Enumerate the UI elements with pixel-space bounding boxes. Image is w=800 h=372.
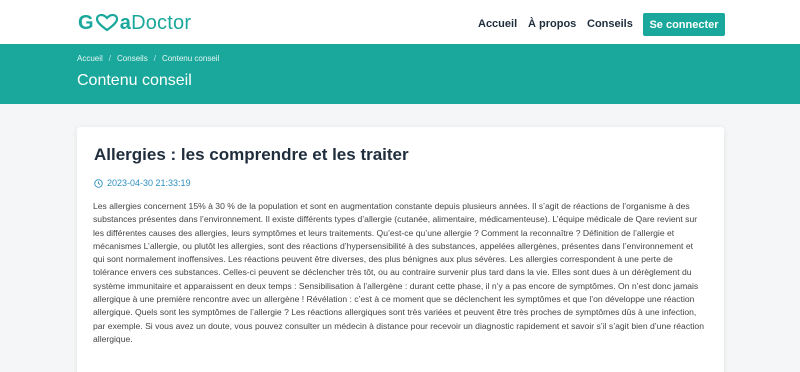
logo-text-a: a bbox=[119, 11, 132, 34]
breadcrumb: Accueil / Conseils / Contenu conseil bbox=[77, 54, 219, 63]
nav-link-apropos[interactable]: À propos bbox=[528, 13, 576, 35]
site-logo[interactable]: G a Doctor bbox=[78, 11, 191, 35]
page-title: Contenu conseil bbox=[77, 72, 192, 89]
heart-icon bbox=[95, 14, 118, 32]
article-title: Allergies : les comprendre et les traite… bbox=[94, 145, 409, 164]
article-date-text: 2023-04-30 21:33:19 bbox=[107, 178, 191, 188]
login-button[interactable]: Se connecter bbox=[643, 13, 725, 36]
breadcrumb-separator: / bbox=[108, 54, 112, 63]
nav-link-accueil[interactable]: Accueil bbox=[478, 13, 517, 35]
logo-text-doctor: Doctor bbox=[131, 11, 192, 34]
breadcrumb-current: Contenu conseil bbox=[161, 54, 220, 63]
breadcrumb-home[interactable]: Accueil bbox=[77, 54, 103, 63]
breadcrumb-section[interactable]: Conseils bbox=[117, 54, 148, 63]
article-date: 2023-04-30 21:33:19 bbox=[94, 178, 191, 188]
breadcrumb-separator: / bbox=[153, 54, 156, 63]
article-body: Les allergies concernent 15% à 30 % de l… bbox=[93, 201, 704, 344]
clock-icon bbox=[94, 178, 103, 188]
nav-link-conseils[interactable]: Conseils bbox=[587, 13, 633, 35]
top-navbar: G a Doctor Accueil À propos Conseils Se … bbox=[0, 0, 800, 44]
article-card: Allergies : les comprendre et les traite… bbox=[77, 127, 724, 372]
logo-text-g: G bbox=[78, 11, 94, 34]
page-banner: Accueil / Conseils / Contenu conseil Con… bbox=[0, 44, 800, 104]
